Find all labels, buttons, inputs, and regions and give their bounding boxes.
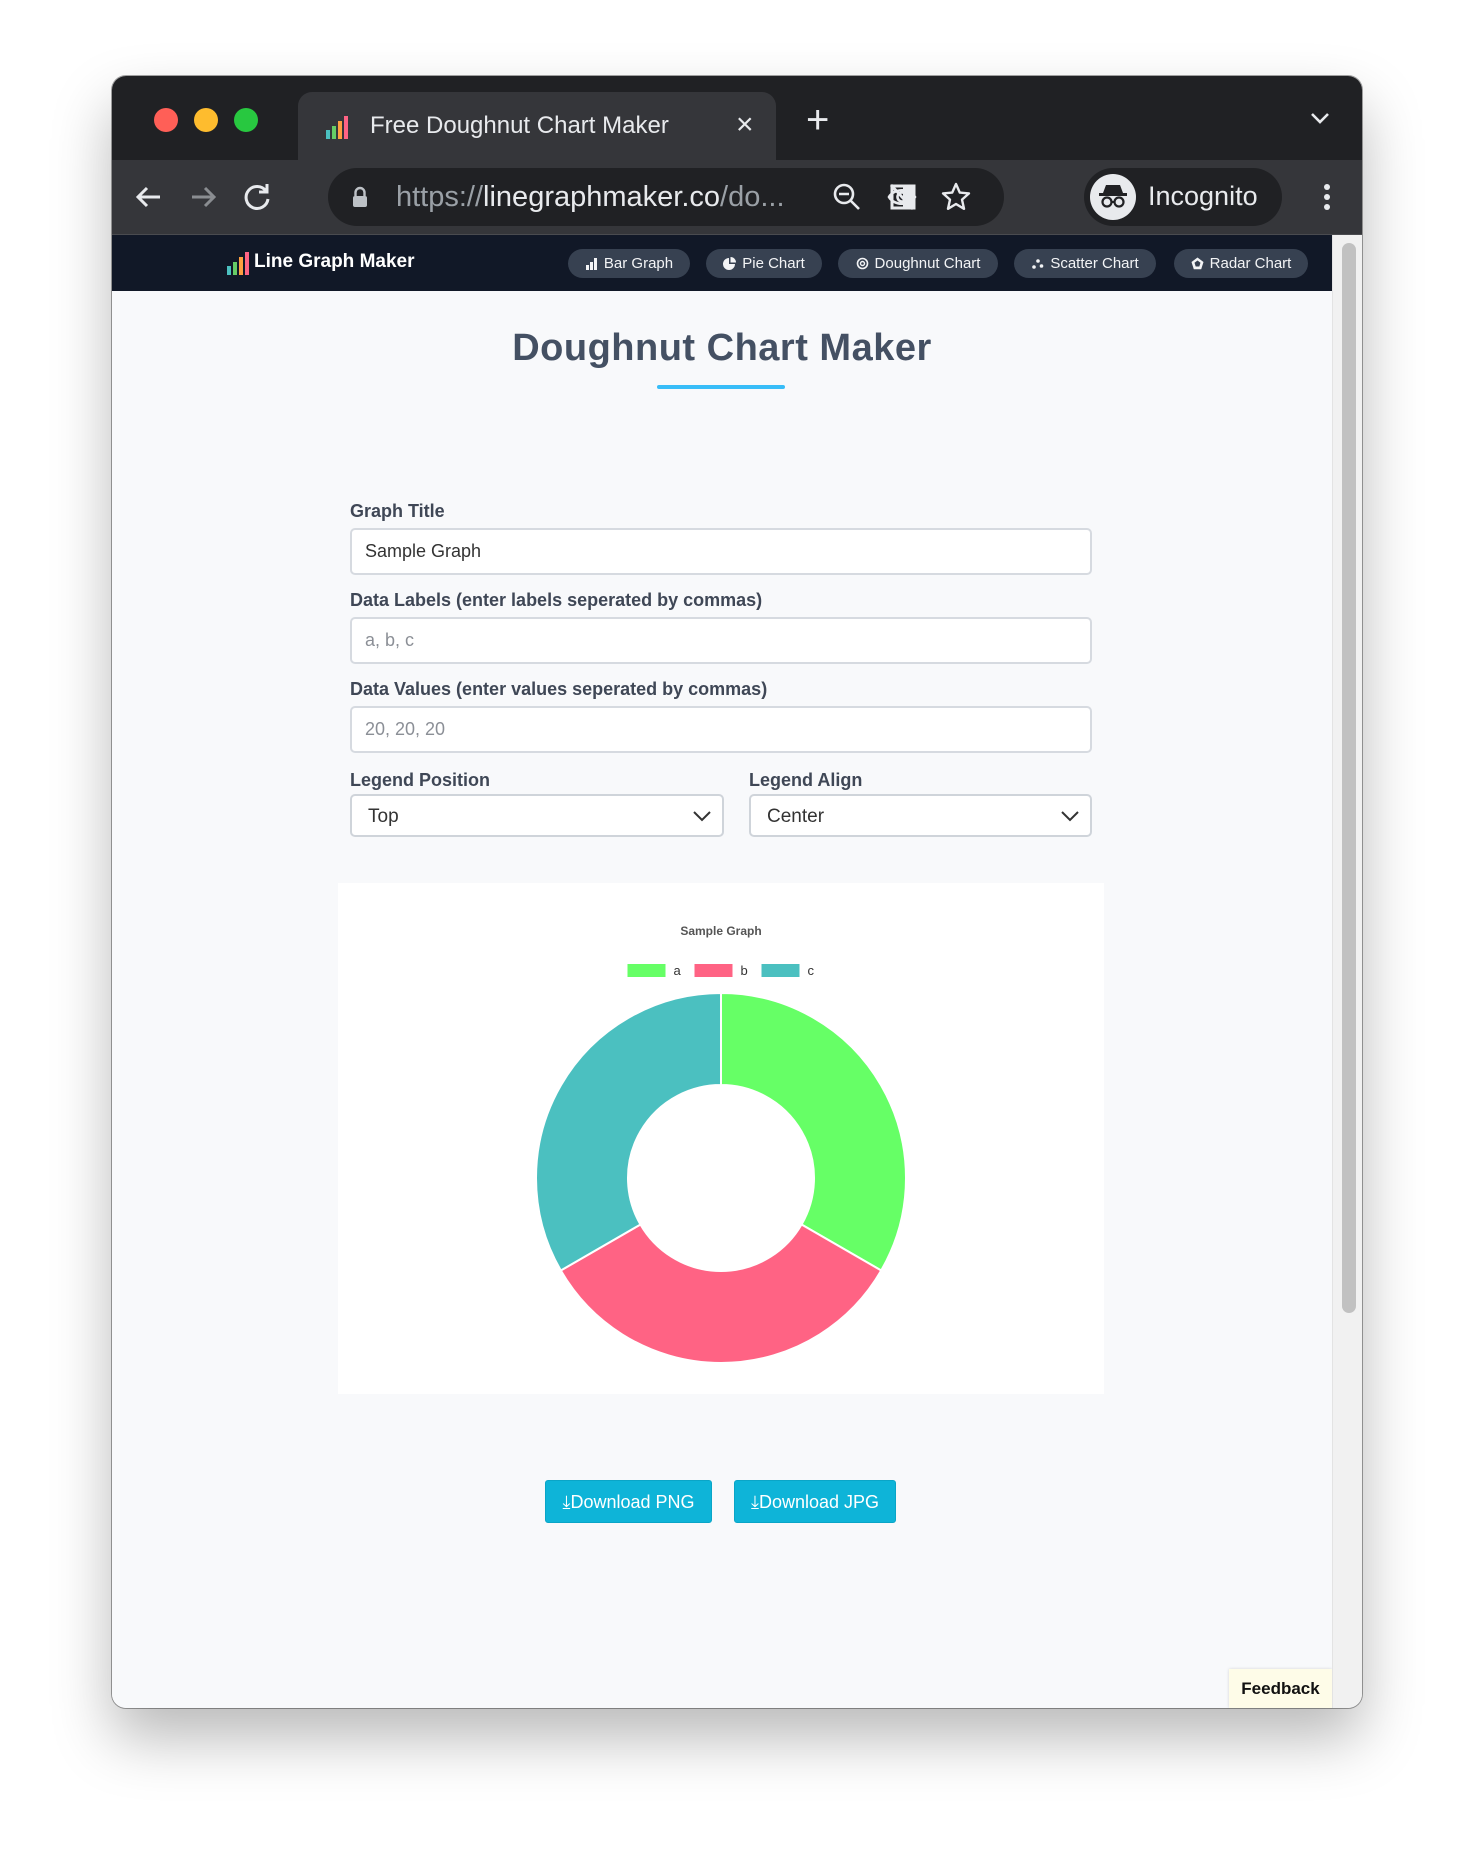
legend-label-c[interactable]: c (808, 963, 815, 978)
legend-swatch-a[interactable] (627, 964, 666, 977)
chart-title: Sample Graph (680, 924, 761, 938)
doughnut-slice-b[interactable] (559, 1223, 883, 1364)
download-jpg-button[interactable]: ⤓Download JPG (734, 1480, 896, 1523)
page-title: Doughnut Chart Maker (512, 327, 932, 369)
url-text: https://linegraphmaker.co/do... (396, 181, 785, 213)
graph-title-label: Graph Title (350, 501, 445, 521)
data-values-label: Data Values (enter values seperated by c… (350, 679, 768, 699)
scrollbar-thumb[interactable] (1342, 243, 1356, 1313)
more-menu-icon[interactable] (1310, 180, 1344, 214)
chevron-down-icon (693, 811, 711, 822)
chevron-down-icon (1061, 811, 1079, 822)
lock-icon (353, 186, 367, 207)
radar-chart-icon (1191, 257, 1204, 270)
doughnut-slice-c[interactable] (535, 991, 722, 1272)
tab-close-icon[interactable]: × (736, 110, 754, 140)
forward-arrow-icon[interactable] (186, 180, 220, 214)
graph-title-input[interactable] (350, 528, 1092, 575)
tab-title: Free Doughnut Chart Maker (370, 112, 669, 139)
scatter-chart-icon (1032, 259, 1044, 269)
brand-logo-icon[interactable] (226, 251, 250, 275)
brand-name[interactable]: Line Graph Maker (254, 251, 415, 273)
incognito-profile-button[interactable]: Incognito (1084, 168, 1282, 226)
maximize-window-button[interactable] (234, 108, 258, 132)
doughnut-chart-canvas: Sample Graph a b c (338, 883, 1104, 1394)
web-page: Line Graph Maker Bar Graph Pie Chart Dou… (112, 235, 1332, 1708)
legend-align-label: Legend Align (749, 770, 863, 790)
legend-swatch-b[interactable] (694, 964, 733, 977)
zoom-out-icon[interactable] (832, 182, 862, 212)
new-tab-icon[interactable]: + (806, 100, 829, 140)
doughnut-slice-a[interactable] (720, 991, 907, 1272)
profile-label: Incognito (1148, 181, 1258, 211)
chart-favicon-icon (326, 116, 348, 139)
browser-tab-active[interactable]: Free Doughnut Chart Maker × (298, 92, 776, 160)
legend-align-select[interactable]: Center (749, 794, 1092, 837)
data-labels-input[interactable] (350, 617, 1092, 664)
nav-doughnut-chart[interactable]: Doughnut Chart (838, 249, 998, 278)
bar-chart-icon (585, 258, 597, 270)
legend-position-value: Top (368, 806, 399, 827)
back-arrow-icon[interactable] (132, 180, 166, 214)
pie-chart-icon (723, 257, 737, 270)
side-panel-icon[interactable] (886, 180, 920, 214)
legend-align-value: Center (767, 806, 825, 827)
tab-search-chevron-icon[interactable] (1308, 106, 1332, 130)
download-png-button[interactable]: ⤓Download PNG (545, 1480, 712, 1523)
minimize-window-button[interactable] (194, 108, 218, 132)
nav-radar-chart[interactable]: Radar Chart (1174, 249, 1308, 278)
bookmark-star-icon[interactable] (940, 181, 972, 213)
legend-label-a[interactable]: a (674, 963, 682, 978)
doughnut-chart-icon (856, 257, 868, 270)
nav-pie-chart[interactable]: Pie Chart (706, 249, 822, 278)
site-navbar: Line Graph Maker Bar Graph Pie Chart Dou… (112, 235, 1332, 291)
legend-label-b[interactable]: b (741, 963, 748, 978)
reload-icon[interactable] (240, 180, 274, 214)
page-scrollbar[interactable] (1332, 235, 1362, 1708)
nav-scatter-chart[interactable]: Scatter Chart (1014, 249, 1156, 278)
download-icon: ⤓ (750, 1492, 759, 1512)
legend-position-select[interactable]: Top (350, 794, 724, 837)
data-values-input[interactable] (350, 706, 1092, 753)
browser-window: Free Doughnut Chart Maker × + https://li… (112, 76, 1362, 1708)
browser-toolbar: https://linegraphmaker.co/do... Incognit… (112, 160, 1362, 235)
data-labels-label: Data Labels (enter labels seperated by c… (350, 590, 763, 610)
nav-bar-graph[interactable]: Bar Graph (568, 249, 690, 278)
close-window-button[interactable] (154, 108, 178, 132)
legend-position-label: Legend Position (350, 770, 491, 790)
chart-legend: a b c (627, 963, 815, 978)
legend-swatch-c[interactable] (761, 964, 800, 977)
doughnut-chart-svg: Sample Graph a b c (535, 924, 907, 1364)
chart-slices (535, 991, 907, 1364)
incognito-icon (1090, 174, 1136, 220)
browser-titlebar: Free Doughnut Chart Maker × + (112, 76, 1362, 160)
title-underline (657, 385, 785, 389)
feedback-button[interactable]: Feedback (1229, 1669, 1332, 1708)
